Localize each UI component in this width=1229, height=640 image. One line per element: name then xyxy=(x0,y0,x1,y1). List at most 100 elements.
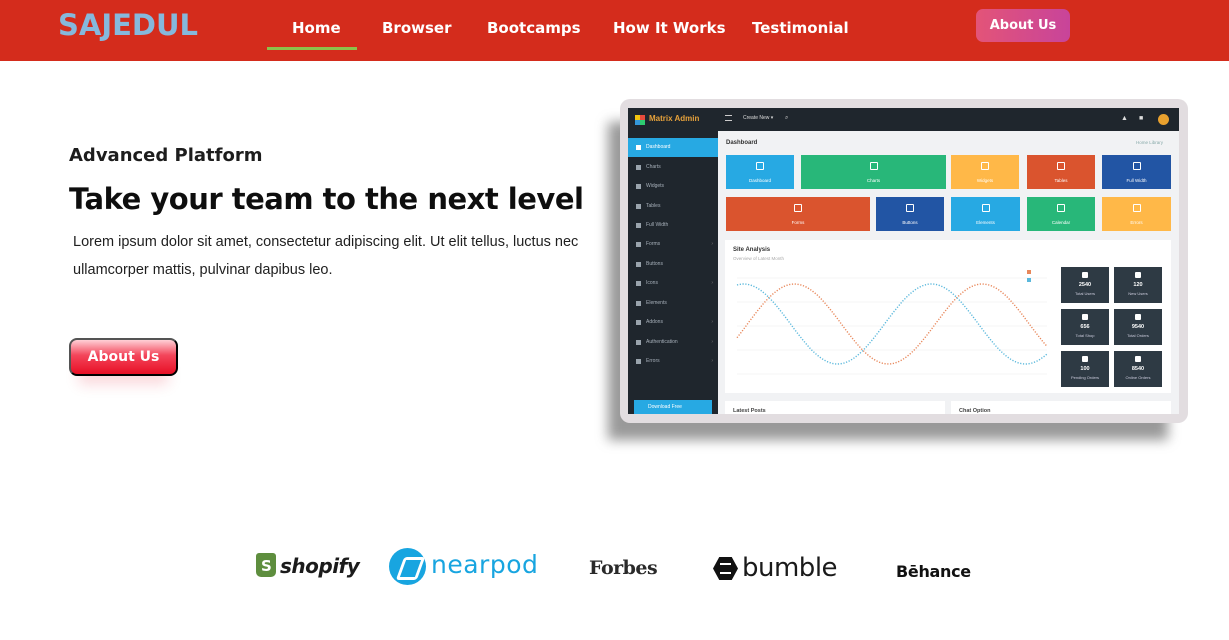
forbes-logo: Forbes xyxy=(589,557,658,579)
mockup-tile: Elements xyxy=(951,197,1020,231)
mockup-site-analysis-panel: Site Analysis Overview of Latest Month 2… xyxy=(725,240,1171,393)
active-nav-indicator xyxy=(267,47,357,50)
stat-label: Total Orders xyxy=(1127,333,1149,338)
chevron-right-icon: › xyxy=(711,280,713,286)
mockup-tile: Charts xyxy=(801,155,946,189)
chart-icon xyxy=(636,165,641,170)
stat-icon xyxy=(1135,356,1141,362)
icons-icon xyxy=(636,281,641,286)
mockup-tile-label: Tables xyxy=(1054,178,1068,183)
stat-label: Pending Orders xyxy=(1070,375,1099,380)
mockup-topbar: Matrix Admin Create New ▾ ⌕ ▲ ■ xyxy=(628,108,1179,131)
nav-link-browser[interactable]: Browser xyxy=(382,19,452,37)
mockup-sidebar-item: Buttons xyxy=(628,255,718,274)
tile-icon xyxy=(756,162,764,170)
tile-icon xyxy=(869,162,878,170)
pencil-icon xyxy=(636,301,641,306)
tile-icon xyxy=(1057,162,1065,170)
mockup-stat-box: 9540 Total Orders xyxy=(1114,309,1162,345)
nearpod-icon xyxy=(389,548,426,585)
tile-icon xyxy=(906,204,914,212)
tile-icon xyxy=(794,204,802,212)
mockup-bell-icon: ▲ xyxy=(1121,115,1128,122)
hero-about-us-button[interactable]: About Us xyxy=(69,338,178,376)
mockup-tile: Forms xyxy=(726,197,870,231)
chart-legend-swatch xyxy=(1027,270,1031,274)
tile-icon xyxy=(1132,162,1141,170)
nav-link-bootcamps[interactable]: Bootcamps xyxy=(487,19,581,37)
mockup-tile: Tables xyxy=(1027,155,1095,189)
mockup-stat-box: 100 Pending Orders xyxy=(1061,351,1109,387)
chevron-right-icon: › xyxy=(711,339,713,345)
chevron-right-icon: › xyxy=(711,241,713,247)
stat-value: 656 xyxy=(1080,324,1090,330)
hero-headline: Take your team to the next level xyxy=(69,182,584,216)
nav-link-how-it-works[interactable]: How It Works xyxy=(613,19,726,37)
mockup-logo-icon xyxy=(635,115,645,125)
stat-value: 8540 xyxy=(1131,366,1145,372)
chevron-right-icon: › xyxy=(711,358,713,364)
mockup-sidebar-item: Icons › xyxy=(628,274,718,293)
warning-icon xyxy=(636,359,641,364)
brand-logo[interactable]: SAJEDUL xyxy=(58,8,198,42)
tile-icon xyxy=(1132,204,1141,212)
addons-icon xyxy=(636,320,641,325)
mockup-tile-label: Full Width xyxy=(1126,178,1147,183)
stat-label: Total Shop xyxy=(1075,333,1095,338)
mockup-tile: Calendar xyxy=(1027,197,1095,231)
mockup-tile-label: Forms xyxy=(791,220,805,225)
mockup-tile-label: Dashboard xyxy=(748,178,771,183)
bumble-logo: bumble xyxy=(742,553,838,583)
chart-legend-swatch xyxy=(1027,278,1031,282)
tile-icon xyxy=(981,162,989,170)
mockup-sidebar-item: Forms › xyxy=(628,235,718,254)
mockup-sidebar-item: Addons › xyxy=(628,313,718,332)
nav-link-testimonial[interactable]: Testimonial xyxy=(752,19,849,37)
chart-wave-orange xyxy=(736,283,1048,365)
top-navbar: SAJEDUL Home Browser Bootcamps How It Wo… xyxy=(0,0,1229,61)
mockup-tile-label: Widgets xyxy=(976,178,994,183)
stat-label: Total Users xyxy=(1074,291,1095,296)
mockup-tile-label: Elements xyxy=(976,220,995,225)
mockup-breadcrumb: Home Library xyxy=(1136,140,1164,145)
mockup-tile-label: Errors xyxy=(1130,220,1143,225)
table-icon xyxy=(636,204,641,209)
mockup-panel-subtitle: Overview of Latest Month xyxy=(733,256,785,261)
stat-value: 2540 xyxy=(1078,282,1092,288)
stat-value: 100 xyxy=(1080,366,1090,372)
mockup-search-icon: ⌕ xyxy=(785,115,789,121)
nav-link-home[interactable]: Home xyxy=(292,19,341,37)
mockup-sidebar-item: Errors › xyxy=(628,352,718,371)
mockup-tile: Buttons xyxy=(876,197,944,231)
buttons-icon xyxy=(636,262,641,267)
mockup-sidebar-item: Full Width xyxy=(628,216,718,235)
mockup-latest-posts-card: Latest Posts xyxy=(725,401,945,414)
mockup-chat-icon: ■ xyxy=(1139,115,1144,122)
tile-icon xyxy=(981,204,990,212)
stat-icon xyxy=(1082,356,1088,362)
shopify-logo: shopify xyxy=(280,554,360,578)
mockup-chat-card: Chat Option xyxy=(951,401,1171,414)
nearpod-logo: nearpod xyxy=(431,550,539,579)
full-width-icon xyxy=(636,223,641,228)
stat-icon xyxy=(1135,272,1141,278)
mockup-sidebar-item: Widgets xyxy=(628,177,718,196)
mockup-sidebar-item: Charts xyxy=(628,158,718,177)
mockup-sidebar-item: Authentication › xyxy=(628,333,718,352)
nav-about-us-button[interactable]: About Us xyxy=(976,9,1070,42)
mockup-stat-box: 120 New Users xyxy=(1114,267,1162,303)
behance-logo: Bēhance xyxy=(896,562,971,581)
hero-eyebrow: Advanced Platform xyxy=(69,145,263,166)
stat-label: New Users xyxy=(1128,291,1148,296)
mockup-create-new: Create New ▾ xyxy=(743,115,774,121)
mockup-sidebar: Dashboard Charts Widgets Tables Full Wid… xyxy=(628,131,718,414)
mockup-stat-box: 8540 Online Orders xyxy=(1114,351,1162,387)
mockup-stat-box: 2540 Total Users xyxy=(1061,267,1109,303)
stat-label: Online Orders xyxy=(1125,375,1151,380)
mockup-tile-label: Buttons xyxy=(902,220,918,225)
stat-icon xyxy=(1135,314,1141,320)
dashboard-icon xyxy=(636,145,641,150)
mockup-page-title: Dashboard xyxy=(726,140,758,146)
mockup-tile: Full Width xyxy=(1102,155,1171,189)
stat-value: 120 xyxy=(1133,282,1143,288)
